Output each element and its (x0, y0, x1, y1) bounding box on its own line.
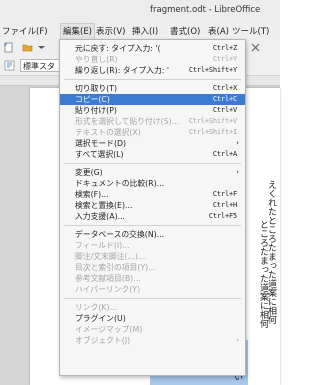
edit-menu-item-label: 検索(F)... (75, 190, 109, 199)
edit-menu-item-label: コピー(C) (75, 95, 110, 104)
menu-0[interactable]: ファイル(F) (2, 25, 48, 37)
edit-menu-item-label: 変更(G) (75, 168, 103, 177)
edit-menu-item[interactable]: 検索と置換(E)... Ctrl+H (60, 200, 245, 211)
styles-icon[interactable] (4, 60, 15, 71)
edit-menu-item-label: 形式を選択して貼り付け(S)... (75, 117, 179, 126)
edit-menu-item[interactable]: 切り取り(T) Ctrl+X (60, 83, 245, 94)
edit-menu-item-label: リンク(K)... (75, 303, 118, 312)
menu-3[interactable]: 挿入(I) (132, 25, 158, 37)
edit-menu-item: 目次と索引の項目(Y)... (60, 262, 245, 273)
edit-menu-item[interactable]: 変更(G) › (60, 167, 245, 178)
edit-menu-item[interactable]: 検索(F)... Ctrl+F (60, 189, 245, 200)
menu-separator (64, 163, 241, 164)
edit-menu-item[interactable]: 元に戻す: タイプ入力: '( Ctrl+Z (60, 43, 245, 54)
edit-menu-item-label: 繰り返し(R): タイプ入力: ' (75, 66, 170, 75)
menu-separator (64, 298, 241, 299)
shortcut-label: Ctrl+H (212, 201, 237, 209)
edit-menu-item[interactable]: 選択モード(D) › (60, 138, 245, 149)
shortcut-label: Ctrl+Shift+I (188, 128, 237, 136)
menu-6[interactable]: ツール(T) (232, 25, 269, 37)
edit-menu-item-label: ドキュメントの比較(R)... (75, 179, 165, 188)
paragraph-style-input[interactable]: 標準スタ (20, 59, 62, 72)
menu-2[interactable]: 表示(V) (96, 25, 125, 37)
shortcut-label: Ctrl+F5 (208, 212, 237, 220)
edit-menu-item-label: 検索と置換(E)... (75, 201, 133, 210)
edit-menu-item[interactable]: コピー(C) Ctrl+C (60, 94, 245, 105)
submenu-arrow-icon: › (236, 139, 239, 147)
edit-menu-item-label: 切り取り(T) (75, 84, 118, 93)
shortcut-label: Ctrl+X (212, 84, 237, 92)
edit-menu-item-label: 貼り付け(P) (75, 106, 117, 115)
edit-menu-item-label: ハイパーリンク(Y) (75, 285, 141, 294)
edit-menu-item-label: 入力支援(A)... (75, 212, 126, 221)
window-title: fragment.odt - LibreOffice (150, 5, 261, 15)
shortcut-label: Ctrl+F (212, 190, 237, 198)
edit-menu-item-label: データベースの交換(N)... (75, 230, 165, 239)
edit-menu-item: テキストの選択(X) Ctrl+Shift+I (60, 127, 245, 138)
close-icon[interactable] (250, 42, 261, 53)
edit-menu-item[interactable]: すべて選択(L) Ctrl+A (60, 149, 245, 160)
edit-menu-item-label: イメージマップ(M) (75, 325, 143, 334)
edit-menu-item: フィールド(I)... (60, 240, 245, 251)
title-bar: fragment.odt - LibreOffice (0, 0, 280, 23)
shortcut-label: Ctrl+C (212, 95, 237, 103)
shortcut-label: Ctrl+Shift+V (188, 117, 237, 125)
edit-menu-item-label: テキストの選択(X) (75, 128, 141, 137)
edit-menu-item-label: 元に戻す: タイプ入力: '( (75, 44, 161, 53)
shortcut-label: Ctrl+A (212, 150, 237, 158)
edit-menu-item: ハイパーリンク(Y) (60, 284, 245, 295)
menu-5[interactable]: 表(A) (208, 25, 229, 37)
edit-menu-item-label: やり直し(R) (75, 55, 118, 64)
menu-4[interactable]: 書式(O) (170, 25, 200, 37)
new-document-icon[interactable] (3, 42, 14, 53)
edit-menu-item-label: すべて選択(L) (75, 150, 124, 159)
edit-menu-item[interactable]: 繰り返し(R): タイプ入力: ' Ctrl+Shift+Y (60, 65, 245, 76)
open-folder-icon[interactable] (22, 42, 33, 53)
edit-menu-item: 形式を選択して貼り付け(S)... Ctrl+Shift+V (60, 116, 245, 127)
menu-separator (64, 225, 241, 226)
edit-menu-item: オブジェクト(J) › (60, 335, 245, 346)
submenu-arrow-icon: › (236, 168, 239, 176)
edit-menu-item: 脚注/文末脚注(...)... (60, 251, 245, 262)
shortcut-label: Ctrl+Y (212, 55, 237, 63)
edit-menu-item[interactable]: データベースの交換(N)... (60, 229, 245, 240)
dropdown-arrow-icon[interactable] (36, 42, 47, 53)
edit-menu-item: リンク(K)... (60, 302, 245, 313)
edit-menu-item[interactable]: 入力支援(A)... Ctrl+F5 (60, 211, 245, 222)
edit-menu-item-label: 脚注/文末脚注(...)... (75, 252, 146, 261)
edit-menu: 元に戻す: タイプ入力: '( Ctrl+Z やり直し(R) Ctrl+Y 繰り返し(R… (59, 39, 246, 376)
edit-menu-item-label: 目次と索引の項目(Y)... (75, 263, 156, 272)
edit-menu-item[interactable]: ドキュメントの比較(R)... (60, 178, 245, 189)
edit-menu-item: やり直し(R) Ctrl+Y (60, 54, 245, 65)
shortcut-label: Ctrl+V (212, 106, 237, 114)
edit-menu-item[interactable]: 貼り付け(P) Ctrl+V (60, 105, 245, 116)
edit-menu-item-label: プラグイン(U) (75, 314, 126, 323)
edit-menu-item-label: フィールド(I)... (75, 241, 130, 250)
menu-separator (64, 79, 241, 80)
shortcut-label: Ctrl+Shift+Y (188, 66, 237, 74)
submenu-arrow-icon: › (236, 336, 239, 344)
edit-menu-item-label: オブジェクト(J) (75, 336, 131, 345)
edit-menu-item[interactable]: プラグイン(U) (60, 313, 245, 324)
edit-menu-item: イメージマップ(M) (60, 324, 245, 335)
edit-menu-item-label: 選択モード(D) (75, 139, 127, 148)
menu-1[interactable]: 編集(E) (60, 23, 96, 40)
shortcut-label: Ctrl+Z (212, 44, 237, 52)
edit-menu-item-label: 参考文献項目(B)... (75, 274, 141, 283)
document-text-column: ところたまった道案に相何 (258, 220, 268, 328)
menu-bar: ファイル(F) 編集(E) 表示(V) 挿入(I) 書式(O) 表(A) ツール(T) (0, 22, 280, 40)
edit-menu-item: 参考文献項目(B)... (60, 273, 245, 284)
